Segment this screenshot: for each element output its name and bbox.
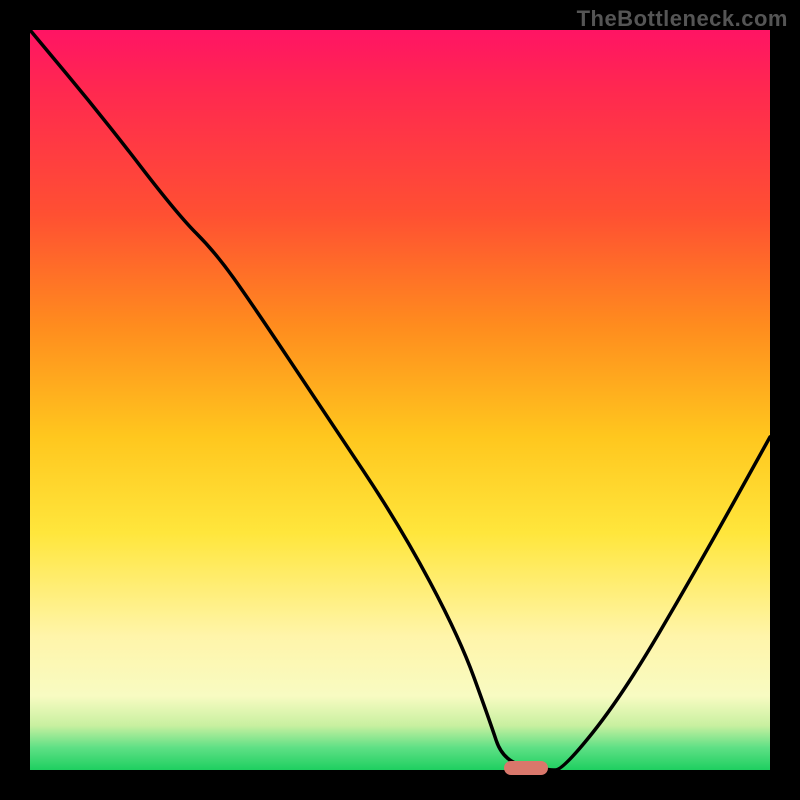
chart-frame: TheBottleneck.com [0,0,800,800]
watermark-text: TheBottleneck.com [577,6,788,32]
bottleneck-curve-path [30,30,770,770]
plot-area [30,30,770,770]
curve-svg [30,30,770,770]
optimum-marker [504,761,548,775]
